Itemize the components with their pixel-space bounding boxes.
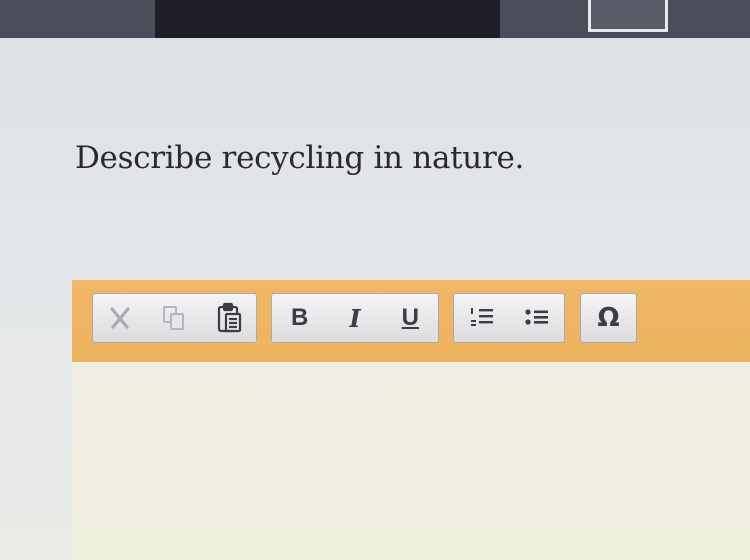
top-bar: [0, 0, 750, 38]
copy-button[interactable]: [147, 294, 201, 342]
question-prompt: Describe recycling in nature.: [75, 140, 525, 176]
bold-label: B: [290, 304, 309, 331]
special-character-button[interactable]: Ω: [581, 294, 636, 342]
editor-text-area[interactable]: [72, 362, 750, 560]
numbered-list-icon: [470, 308, 493, 326]
scissors-icon: [110, 307, 130, 329]
bold-button[interactable]: B: [272, 294, 327, 342]
clipboard-icon: [217, 302, 241, 333]
bulleted-list-icon: [524, 309, 548, 325]
cut-button[interactable]: [93, 294, 147, 342]
underline-button[interactable]: U: [383, 294, 438, 342]
paste-button[interactable]: [202, 294, 256, 342]
omega-icon: Ω: [597, 303, 620, 333]
italic-label: I: [349, 303, 361, 333]
copy-icon: [163, 306, 185, 330]
clipboard-button-group: [92, 293, 257, 343]
list-button-group: [453, 293, 565, 343]
rich-text-editor: B I U Ω: [72, 280, 750, 560]
format-button-group: B I U: [271, 293, 439, 343]
numbered-list-button[interactable]: [454, 294, 509, 342]
page-content: Describe recycling in nature. B I U Ω: [0, 38, 750, 560]
header-dark-panel: [155, 0, 500, 38]
header-outlined-box[interactable]: [588, 0, 668, 32]
special-char-button-group: Ω: [580, 293, 637, 343]
italic-button[interactable]: I: [327, 294, 382, 342]
bulleted-list-button[interactable]: [509, 294, 564, 342]
underline-label: U: [401, 304, 419, 331]
editor-toolbar: B I U Ω: [72, 280, 750, 362]
